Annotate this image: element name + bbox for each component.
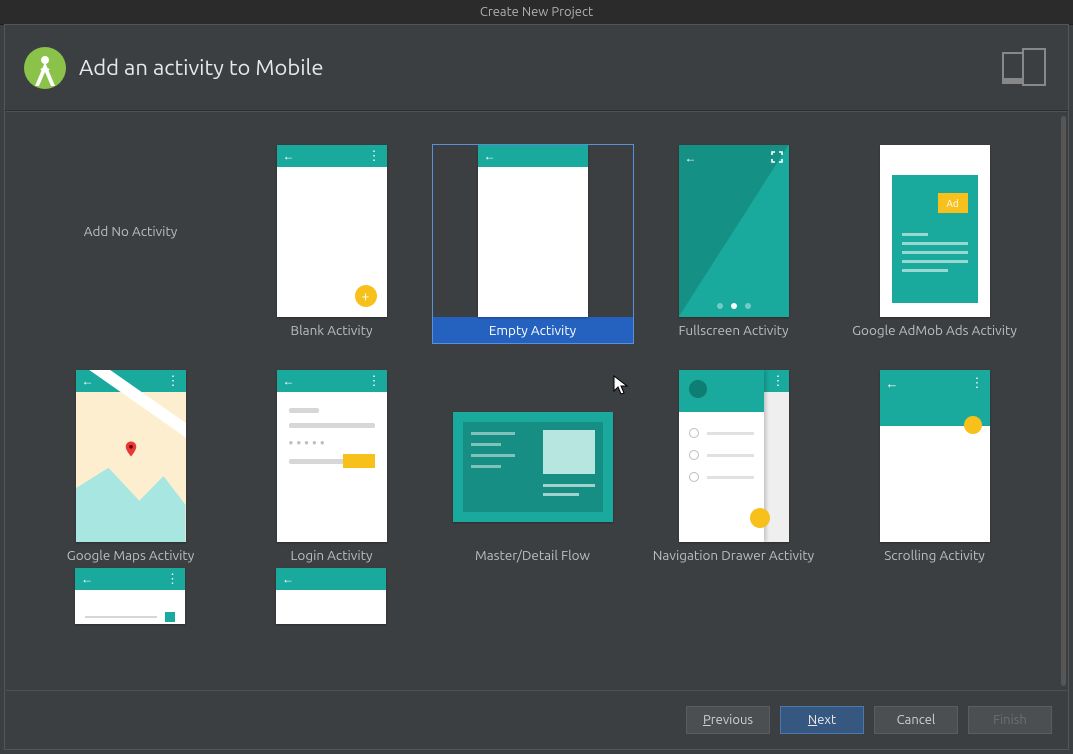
- back-arrow-icon: [82, 374, 94, 388]
- back-arrow-icon: [81, 572, 93, 586]
- template-caption: Blank Activity: [232, 317, 432, 343]
- android-studio-logo-icon: [23, 46, 67, 90]
- template-caption: Google Maps Activity: [31, 542, 231, 568]
- template-fullscreen-activity[interactable]: ← Fullscreen Activity: [633, 118, 834, 343]
- template-caption: Scrolling Activity: [835, 542, 1035, 568]
- fab-icon: +: [355, 285, 377, 307]
- login-submit-icon: [343, 454, 375, 468]
- back-arrow-icon: [484, 149, 496, 163]
- back-arrow-icon: [283, 374, 295, 388]
- template-thumbnail: [478, 145, 588, 317]
- template-caption: Fullscreen Activity: [634, 317, 834, 343]
- finish-button: Finish: [968, 706, 1052, 734]
- template-caption: Login Activity: [232, 542, 432, 568]
- template-caption: Master/Detail Flow: [433, 542, 633, 568]
- wizard-title: Add an activity to Mobile: [79, 55, 323, 80]
- template-thumbnail: ⋮: [679, 370, 789, 542]
- template-thumbnail: ←⋮: [880, 370, 990, 542]
- template-login-activity[interactable]: ●●●●● Login Activity: [231, 343, 432, 568]
- overflow-menu-icon: ⋮: [772, 374, 785, 389]
- template-thumbnail: +: [277, 145, 387, 317]
- template-admob-activity[interactable]: Ad Google AdMob Ads Activity: [834, 118, 1035, 343]
- overflow-menu-icon: [167, 374, 180, 389]
- previous-rest: revious: [711, 713, 753, 727]
- gallery-scrollbar[interactable]: [1061, 116, 1066, 686]
- template-caption: Add No Activity: [31, 218, 231, 244]
- template-thumbnail: ←: [679, 145, 789, 317]
- template-caption: Google AdMob Ads Activity: [835, 317, 1035, 343]
- template-thumbnail: [453, 370, 613, 542]
- overflow-menu-icon: ⋮: [971, 376, 984, 391]
- previous-button[interactable]: Previous: [686, 706, 770, 734]
- template-thumbnail: ●●●●●: [277, 370, 387, 542]
- cancel-button[interactable]: Cancel: [874, 706, 958, 734]
- template-caption: Empty Activity: [433, 317, 633, 343]
- fab-icon: [964, 416, 982, 434]
- next-button[interactable]: Next: [780, 706, 864, 734]
- template-thumbnail: Ad: [880, 145, 990, 317]
- template-gallery-viewport: Add No Activity + Blank ActivityEmpty Acti…: [6, 111, 1067, 691]
- overflow-menu-icon: [368, 374, 381, 389]
- overflow-menu-icon: [368, 149, 381, 164]
- window-titlebar: Create New Project: [0, 0, 1073, 25]
- template-google-maps-activity[interactable]: Google Maps Activity: [30, 343, 231, 568]
- previous-mnemonic: P: [703, 713, 711, 727]
- template-settings-activity[interactable]: [30, 568, 231, 624]
- template-thumbnail: [276, 568, 386, 690]
- back-arrow-icon: ←: [685, 151, 697, 166]
- template-tabbed-activity[interactable]: [231, 568, 432, 624]
- password-dots-icon: ●●●●●: [289, 438, 375, 447]
- admob-badge: Ad: [938, 193, 968, 213]
- map-pin-icon: [122, 440, 140, 458]
- overflow-menu-icon: [166, 572, 179, 587]
- template-scrolling-activity[interactable]: ←⋮Scrolling Activity: [834, 343, 1035, 568]
- next-mnemonic: N: [808, 713, 817, 727]
- form-factor-icon: [1002, 52, 1046, 84]
- template-gallery: Add No Activity + Blank ActivityEmpty Acti…: [6, 112, 1059, 690]
- wizard-header: Add an activity to Mobile: [5, 25, 1068, 111]
- checkbox-icon: [165, 612, 175, 622]
- template-master-detail-flow[interactable]: Master/Detail Flow: [432, 343, 633, 568]
- back-arrow-icon: ←: [886, 376, 899, 391]
- template-navigation-drawer[interactable]: ⋮ Navigation Drawer Activity: [633, 343, 834, 568]
- back-arrow-icon: [282, 572, 294, 586]
- template-thumbnail: [75, 568, 185, 690]
- template-thumbnail: [76, 370, 186, 542]
- fullscreen-expand-icon: [771, 151, 783, 166]
- wizard-dialog: Add an activity to Mobile Add No Activit…: [4, 24, 1069, 750]
- avatar-icon: [689, 380, 707, 398]
- template-add-no-activity[interactable]: Add No Activity: [30, 118, 231, 343]
- template-blank-activity[interactable]: + Blank Activity: [231, 118, 432, 343]
- next-rest: ext: [817, 713, 836, 727]
- template-caption: Navigation Drawer Activity: [634, 542, 834, 568]
- back-arrow-icon: [283, 149, 295, 163]
- template-empty-activity[interactable]: Empty Activity: [432, 118, 633, 343]
- wizard-footer: Previous Next Cancel Finish: [5, 691, 1068, 749]
